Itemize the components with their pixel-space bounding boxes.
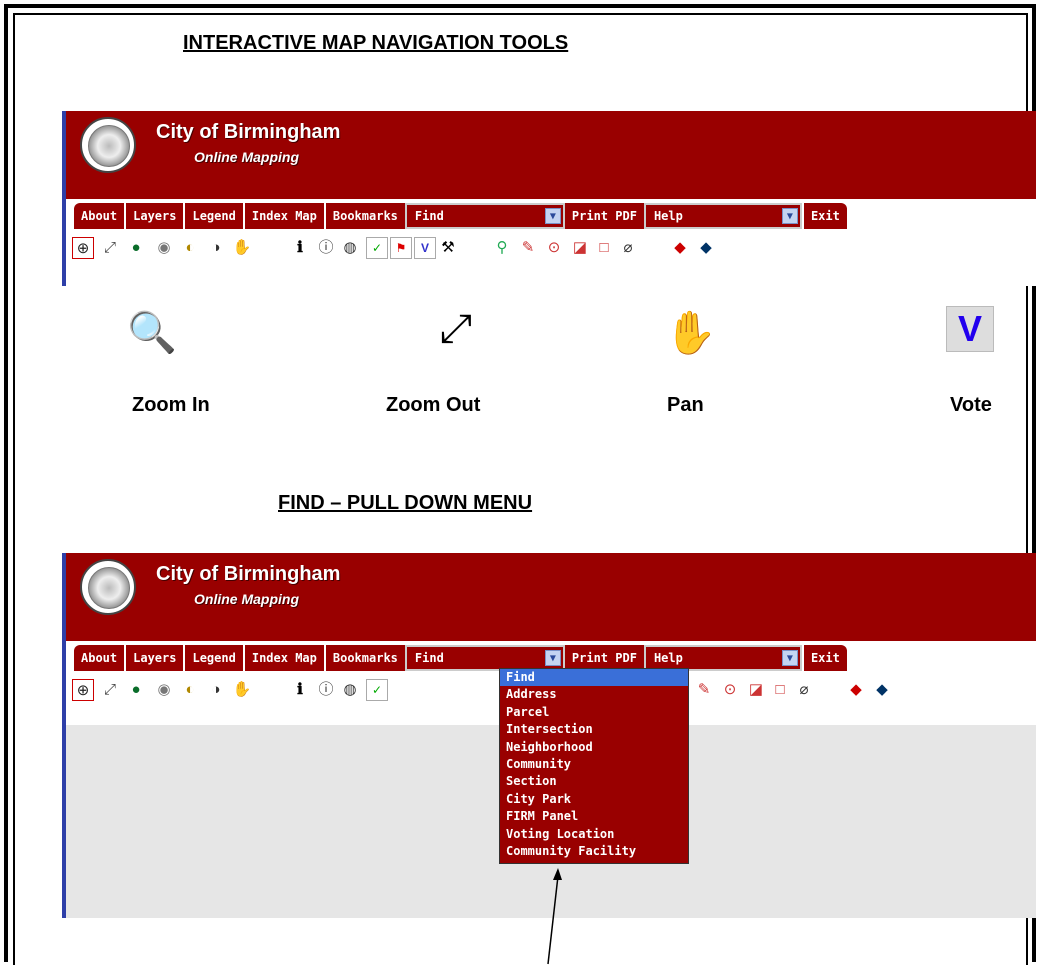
vote-icon[interactable]: V xyxy=(414,237,436,259)
vote-caption: Vote xyxy=(950,394,992,416)
find-option[interactable]: Parcel xyxy=(500,704,688,721)
zoom-in-large-icon: 🔍 xyxy=(127,310,177,355)
find-option[interactable]: Find xyxy=(500,669,688,687)
check-icon[interactable]: ✓ xyxy=(366,237,388,259)
info-alt-icon[interactable]: ⓘ xyxy=(316,679,336,699)
find-select-value: Find xyxy=(414,651,444,665)
identify-icon[interactable]: ◉ xyxy=(154,237,174,257)
app-title: City of Birmingham xyxy=(156,121,341,143)
draw-line-icon[interactable]: ✎ xyxy=(694,679,714,699)
tab-index-map[interactable]: Index Map xyxy=(244,645,326,671)
zoom-out-large-icon: ⤢ xyxy=(440,306,472,351)
app-banner: City of Birmingham Online Mapping xyxy=(66,111,1036,199)
measure-icon[interactable]: ⚲ xyxy=(492,237,512,257)
tab-layers[interactable]: Layers xyxy=(126,645,186,671)
find-option[interactable]: Section xyxy=(500,773,688,790)
tab-legend[interactable]: Legend xyxy=(185,645,245,671)
select-icon[interactable]: ◪ xyxy=(746,679,766,699)
tab-print-pdf[interactable]: Print PDF xyxy=(564,203,644,229)
circle-icon[interactable]: ⊙ xyxy=(720,679,740,699)
chevron-down-icon[interactable]: ▼ xyxy=(544,208,561,224)
save-icon[interactable]: ◆ xyxy=(872,679,892,699)
tab-about[interactable]: About xyxy=(74,203,127,229)
query-icon[interactable]: ◍ xyxy=(340,237,360,257)
zoom-prev-icon[interactable]: ◐ xyxy=(180,237,200,257)
help-select-value: Help xyxy=(653,209,683,223)
identify-icon[interactable]: ◉ xyxy=(154,679,174,699)
app-subtitle: Online Mapping xyxy=(194,149,299,165)
hammer-icon[interactable]: ⚒ xyxy=(438,237,458,257)
check-icon[interactable]: ✓ xyxy=(366,679,388,701)
city-seal-icon xyxy=(80,117,136,173)
info-icon[interactable]: ℹ xyxy=(290,237,310,257)
tab-legend[interactable]: Legend xyxy=(185,203,245,229)
find-option[interactable]: FIRM Panel xyxy=(500,808,688,825)
tab-bar: About Layers Legend Index Map Bookmarks … xyxy=(74,645,847,671)
pointer-arrow-icon xyxy=(547,868,562,965)
app-subtitle: Online Mapping xyxy=(194,591,299,607)
eraser-icon[interactable]: ⌀ xyxy=(794,679,814,699)
app-title: City of Birmingham xyxy=(156,563,341,585)
find-select[interactable]: Find ▼ xyxy=(404,203,565,229)
tab-layers[interactable]: Layers xyxy=(126,203,186,229)
chevron-down-icon[interactable]: ▼ xyxy=(544,650,561,666)
find-option[interactable]: Neighborhood xyxy=(500,739,688,756)
find-select-value: Find xyxy=(414,209,444,223)
find-heading: FIND – PULL DOWN MENU xyxy=(278,492,533,514)
globe-icon[interactable]: ● xyxy=(126,679,146,699)
print-icon[interactable]: ◆ xyxy=(670,237,690,257)
zoom-next-icon[interactable]: ◑ xyxy=(206,679,226,699)
pan-caption: Pan xyxy=(667,394,704,416)
find-option[interactable]: Voting Location xyxy=(500,826,688,843)
save-icon[interactable]: ◆ xyxy=(696,237,716,257)
tab-bookmarks[interactable]: Bookmarks xyxy=(325,203,405,229)
app-banner: City of Birmingham Online Mapping xyxy=(66,553,1036,641)
draw-line-icon[interactable]: ✎ xyxy=(518,237,538,257)
tab-index-map[interactable]: Index Map xyxy=(244,203,326,229)
info-alt-icon[interactable]: ⓘ xyxy=(316,237,336,257)
tools-heading: INTERACTIVE MAP NAVIGATION TOOLS xyxy=(183,32,569,54)
zoom-in-icon[interactable]: ⊕ xyxy=(72,237,94,259)
rectangle-icon[interactable]: □ xyxy=(594,237,614,257)
tab-about[interactable]: About xyxy=(74,645,127,671)
print-icon[interactable]: ◆ xyxy=(846,679,866,699)
pan-icon[interactable]: ✋ xyxy=(232,237,252,257)
tab-bookmarks[interactable]: Bookmarks xyxy=(325,645,405,671)
find-option[interactable]: Intersection xyxy=(500,721,688,738)
find-option[interactable]: Community xyxy=(500,756,688,773)
tab-exit[interactable]: Exit xyxy=(801,645,847,671)
help-select[interactable]: Help ▼ xyxy=(643,203,802,229)
eraser-icon[interactable]: ⌀ xyxy=(618,237,638,257)
rectangle-icon[interactable]: □ xyxy=(770,679,790,699)
info-icon[interactable]: ℹ xyxy=(290,679,310,699)
map-toolbar-panel-1: City of Birmingham Online Mapping About … xyxy=(62,111,1036,286)
chevron-down-icon[interactable]: ▼ xyxy=(781,208,798,224)
city-seal-icon xyxy=(80,559,136,615)
zoom-out-icon[interactable]: ⤢ xyxy=(100,237,120,257)
flag-icon[interactable]: ⚑ xyxy=(390,237,412,259)
zoom-out-caption: Zoom Out xyxy=(386,394,481,416)
globe-icon[interactable]: ● xyxy=(126,237,146,257)
pan-large-icon: ✋ xyxy=(664,308,718,356)
zoom-in-icon[interactable]: ⊕ xyxy=(72,679,94,701)
find-option[interactable]: City Park xyxy=(500,791,688,808)
pan-icon[interactable]: ✋ xyxy=(232,679,252,699)
find-option[interactable]: Address xyxy=(500,686,688,703)
find-option[interactable]: Community Facility xyxy=(500,843,688,860)
zoom-in-caption: Zoom In xyxy=(132,394,210,416)
circle-icon[interactable]: ⊙ xyxy=(544,237,564,257)
query-icon[interactable]: ◍ xyxy=(340,679,360,699)
chevron-down-icon[interactable]: ▼ xyxy=(781,650,798,666)
find-dropdown-menu[interactable]: Find Address Parcel Intersection Neighbo… xyxy=(499,668,689,864)
tab-exit[interactable]: Exit xyxy=(801,203,847,229)
tab-bar: About Layers Legend Index Map Bookmarks … xyxy=(74,203,847,229)
zoom-out-icon[interactable]: ⤢ xyxy=(100,679,120,699)
zoom-prev-icon[interactable]: ◐ xyxy=(180,679,200,699)
select-icon[interactable]: ◪ xyxy=(570,237,590,257)
zoom-next-icon[interactable]: ◑ xyxy=(206,237,226,257)
help-select-value: Help xyxy=(653,651,683,665)
vote-large-icon: V xyxy=(946,306,994,352)
